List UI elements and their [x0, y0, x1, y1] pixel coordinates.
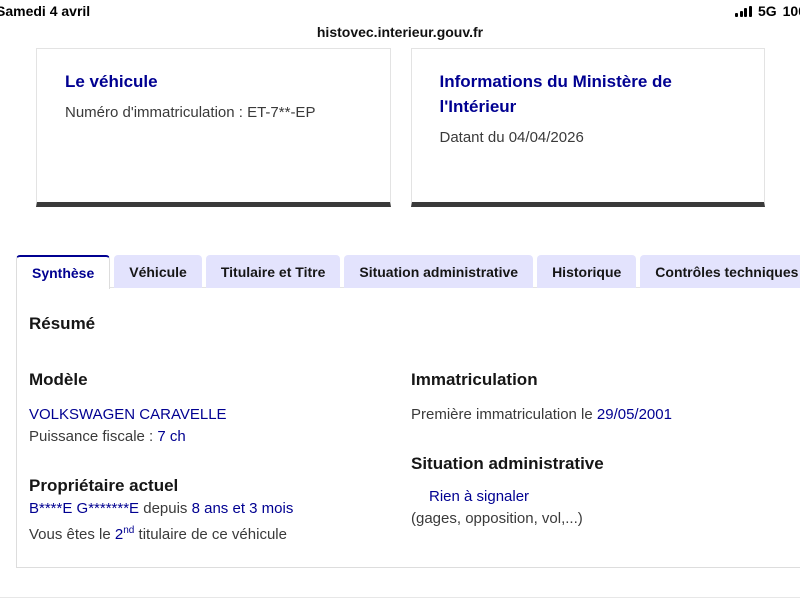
summary-columns: Modèle VOLKSWAGEN CARAVELLE Puissance fi…	[29, 370, 800, 546]
fiscal-power-label: Puissance fiscale :	[29, 428, 158, 445]
model-heading: Modèle	[29, 370, 88, 389]
status-bar: Samedi 4 avril 5G 100	[0, 0, 800, 22]
ministry-card-title: Informations du Ministère de l'Intérieur	[439, 72, 672, 116]
owner-since-value: 8 ans et 3 mois	[191, 500, 294, 517]
right-column: Immatriculation Première immatriculation…	[411, 370, 800, 546]
tab-vehicule[interactable]: Véhicule	[114, 255, 202, 288]
first-registration-label: Première immatriculation le	[411, 406, 597, 423]
admin-status-text: Rien à signaler	[429, 488, 530, 505]
model-name: VOLKSWAGEN CARAVELLE	[29, 406, 227, 423]
tab-label: Synthèse	[32, 265, 95, 281]
tab-label: Titulaire et Titre	[220, 263, 326, 280]
panel-title: Résumé	[29, 314, 96, 333]
tab-label: Situation administrative	[359, 263, 519, 280]
ministry-card: Informations du Ministère de l'Intérieur…	[410, 48, 765, 207]
signal-bars-icon	[735, 5, 752, 17]
admin-status-heading: Situation administrative	[411, 454, 604, 473]
cards-row: Le véhicule Numéro d'immatriculation : E…	[36, 48, 765, 207]
battery-level: 100	[782, 3, 800, 19]
tab-titulaire-et-titre[interactable]: Titulaire et Titre	[205, 255, 341, 288]
holder-rank-suffix: nd	[123, 525, 135, 536]
status-indicators: 5G 100	[735, 3, 800, 19]
vehicle-card-registration: Numéro d'immatriculation : ET-7**-EP	[65, 104, 316, 121]
registration-heading: Immatriculation	[411, 370, 538, 389]
admin-status-detail: (gages, opposition, vol,...)	[411, 510, 583, 527]
tab-label: Véhicule	[129, 263, 187, 280]
tab-synthese[interactable]: Synthèse	[16, 255, 111, 289]
fiscal-power-value: 7 ch	[157, 428, 186, 445]
tabs-bar: Synthèse Véhicule Titulaire et Titre Sit…	[16, 255, 800, 289]
network-type: 5G	[757, 3, 777, 19]
tab-label: Contrôles techniques	[655, 263, 799, 280]
tab-situation-administrative[interactable]: Situation administrative	[344, 255, 534, 288]
first-registration-date: 29/05/2001	[596, 406, 672, 423]
first-registration-line: Première immatriculation le 29/05/2001	[411, 404, 800, 426]
tab-list: Synthèse Véhicule Titulaire et Titre Sit…	[16, 255, 800, 289]
fiscal-power-line: Puissance fiscale : 7 ch	[29, 426, 411, 448]
ministry-card-date: Datant du 04/04/2026	[439, 129, 584, 146]
owner-since-label: depuis	[139, 500, 192, 517]
owner-line: B****E G*******E depuis 8 ans et 3 mois	[29, 498, 411, 520]
url-bar[interactable]: histovec.interieur.gouv.fr	[0, 24, 800, 40]
bottom-divider	[0, 597, 800, 598]
holder-rank-line: Vous êtes le 2nd titulaire de ce véhicul…	[29, 520, 411, 546]
owner-heading: Propriétaire actuel	[29, 476, 179, 495]
holder-prefix: Vous êtes le	[29, 526, 115, 543]
tab-historique[interactable]: Historique	[537, 255, 637, 288]
tab-controles-techniques[interactable]: Contrôles techniques	[640, 255, 800, 288]
page-url[interactable]: histovec.interieur.gouv.fr	[317, 24, 483, 40]
vehicle-card-title: Le véhicule	[65, 72, 158, 91]
left-column: Modèle VOLKSWAGEN CARAVELLE Puissance fi…	[29, 370, 411, 546]
holder-rank: 2	[114, 526, 124, 543]
owner-name: B****E G*******E	[29, 500, 140, 517]
admin-status-value: Rien à signaler	[411, 486, 800, 508]
status-date: Samedi 4 avril	[0, 3, 91, 19]
holder-suffix: titulaire de ce véhicule	[134, 526, 287, 543]
vehicle-card: Le véhicule Numéro d'immatriculation : E…	[36, 48, 391, 207]
tab-label: Historique	[552, 263, 622, 280]
synthese-panel: Résumé Modèle VOLKSWAGEN CARAVELLE Puiss…	[16, 287, 800, 568]
